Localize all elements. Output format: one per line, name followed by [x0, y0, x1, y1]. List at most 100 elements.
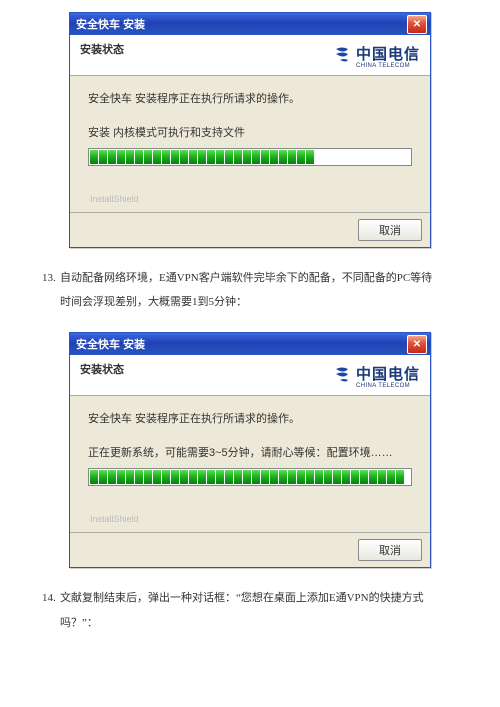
- progress-segment: [126, 470, 134, 484]
- progress-segment: [279, 150, 287, 164]
- progress-segment: [207, 470, 215, 484]
- close-icon[interactable]: ✕: [407, 15, 427, 34]
- progress-segment: [252, 470, 260, 484]
- subheader: 安装状态 中国电信 CHINA TELECOM: [70, 355, 430, 396]
- progress-segment: [315, 150, 323, 164]
- titlebar: 安全快车 安装 ✕: [70, 13, 430, 35]
- progress-segment: [225, 150, 233, 164]
- progress-segment: [117, 470, 125, 484]
- progress-segment: [324, 150, 332, 164]
- progress-segment: [153, 470, 161, 484]
- brand-en: CHINA TELECOM: [356, 383, 420, 389]
- progress-segment: [144, 150, 152, 164]
- progress-segment: [162, 470, 170, 484]
- progress-segment: [135, 470, 143, 484]
- progress-segment: [99, 150, 107, 164]
- installer-dialog-2: 安全快车 安装 ✕ 安装状态 中国电信 CHINA TELECOM 安全快车 安…: [69, 332, 431, 568]
- progress-segment: [306, 470, 314, 484]
- progress-segment: [108, 470, 116, 484]
- progress-segment: [288, 470, 296, 484]
- progress-segment: [387, 150, 395, 164]
- installshield-watermark: InstallShield: [90, 194, 412, 204]
- install-status-heading: 安装状态: [80, 361, 124, 377]
- progress-segment: [261, 470, 269, 484]
- progress-segment: [189, 470, 197, 484]
- progress-segment: [324, 470, 332, 484]
- content-area: 安全快车 安装程序正在执行所请求的操作。 安装 内核模式可执行和支持文件 Ins…: [70, 76, 430, 212]
- progress-segment: [387, 470, 395, 484]
- installshield-watermark: InstallShield: [90, 514, 412, 524]
- progress-segment: [243, 470, 251, 484]
- progress-bar: [88, 148, 412, 166]
- progress-segment: [360, 150, 368, 164]
- progress-segment: [243, 150, 251, 164]
- progress-segment: [189, 150, 197, 164]
- brand-cn: 中国电信: [356, 363, 420, 384]
- progress-segment: [225, 470, 233, 484]
- progress-segment: [369, 470, 377, 484]
- status-text: 安全快车 安装程序正在执行所请求的操作。: [88, 90, 412, 106]
- progress-segment: [198, 470, 206, 484]
- progress-segment: [360, 470, 368, 484]
- progress-segment: [90, 150, 98, 164]
- progress-segment: [288, 150, 296, 164]
- titlebar: 安全快车 安装 ✕: [70, 333, 430, 355]
- progress-segment: [279, 470, 287, 484]
- step-body: 自动配备网络环境，E通VPN客户端软件完毕余下的配备，不同配备的PC等待时间会浮…: [60, 272, 432, 308]
- progress-bar: [88, 468, 412, 486]
- progress-segment: [351, 470, 359, 484]
- progress-segment: [297, 150, 305, 164]
- step-body: 文献复制结束后，弹出一种对话框：“您想在桌面上添加E通VPN的快捷方式吗？”：: [60, 592, 424, 628]
- progress-segment: [90, 470, 98, 484]
- button-bar: 取消: [70, 212, 430, 247]
- progress-segment: [180, 150, 188, 164]
- progress-segment: [396, 470, 404, 484]
- cancel-button[interactable]: 取消: [358, 539, 422, 561]
- progress-segment: [216, 150, 224, 164]
- progress-segment: [180, 470, 188, 484]
- progress-segment: [315, 470, 323, 484]
- progress-segment: [351, 150, 359, 164]
- task-text: 正在更新系统，可能需要3~5分钟，请耐心等候：配置环境……: [88, 444, 412, 460]
- china-telecom-logo-icon: [332, 366, 352, 386]
- progress-segment: [162, 150, 170, 164]
- progress-segment: [270, 470, 278, 484]
- brand: 中国电信 CHINA TELECOM: [332, 43, 420, 69]
- progress-segment: [216, 470, 224, 484]
- step-number: 14.: [42, 586, 56, 610]
- progress-segment: [171, 150, 179, 164]
- progress-segment: [396, 150, 404, 164]
- close-icon[interactable]: ✕: [407, 335, 427, 354]
- progress-segment: [153, 150, 161, 164]
- button-bar: 取消: [70, 532, 430, 567]
- progress-segment: [99, 470, 107, 484]
- task-text: 安装 内核模式可执行和支持文件: [88, 124, 412, 140]
- brand-text: 中国电信 CHINA TELECOM: [356, 43, 420, 69]
- progress-segment: [126, 150, 134, 164]
- progress-segment: [342, 470, 350, 484]
- brand: 中国电信 CHINA TELECOM: [332, 363, 420, 389]
- progress-segment: [378, 150, 386, 164]
- progress-segment: [333, 470, 341, 484]
- progress-segment: [270, 150, 278, 164]
- content-area: 安全快车 安装程序正在执行所请求的操作。 正在更新系统，可能需要3~5分钟，请耐…: [70, 396, 430, 532]
- progress-segment: [117, 150, 125, 164]
- subheader: 安装状态 中国电信 CHINA TELECOM: [70, 35, 430, 76]
- progress-segment: [306, 150, 314, 164]
- brand-text: 中国电信 CHINA TELECOM: [356, 363, 420, 389]
- progress-segment: [135, 150, 143, 164]
- step-14-text: 14. 文献复制结束后，弹出一种对话框：“您想在桌面上添加E通VPN的快捷方式吗…: [60, 586, 440, 634]
- step-number: 13.: [42, 266, 56, 290]
- china-telecom-logo-icon: [332, 46, 352, 66]
- progress-segment: [333, 150, 341, 164]
- progress-segment: [369, 150, 377, 164]
- step-13-text: 13. 自动配备网络环境，E通VPN客户端软件完毕余下的配备，不同配备的PC等待…: [60, 266, 440, 314]
- brand-cn: 中国电信: [356, 43, 420, 64]
- cancel-button[interactable]: 取消: [358, 219, 422, 241]
- window-title: 安全快车 安装: [76, 336, 145, 352]
- status-text: 安全快车 安装程序正在执行所请求的操作。: [88, 410, 412, 426]
- install-status-heading: 安装状态: [80, 41, 124, 57]
- progress-segment: [297, 470, 305, 484]
- progress-segment: [108, 150, 116, 164]
- window-title: 安全快车 安装: [76, 16, 145, 32]
